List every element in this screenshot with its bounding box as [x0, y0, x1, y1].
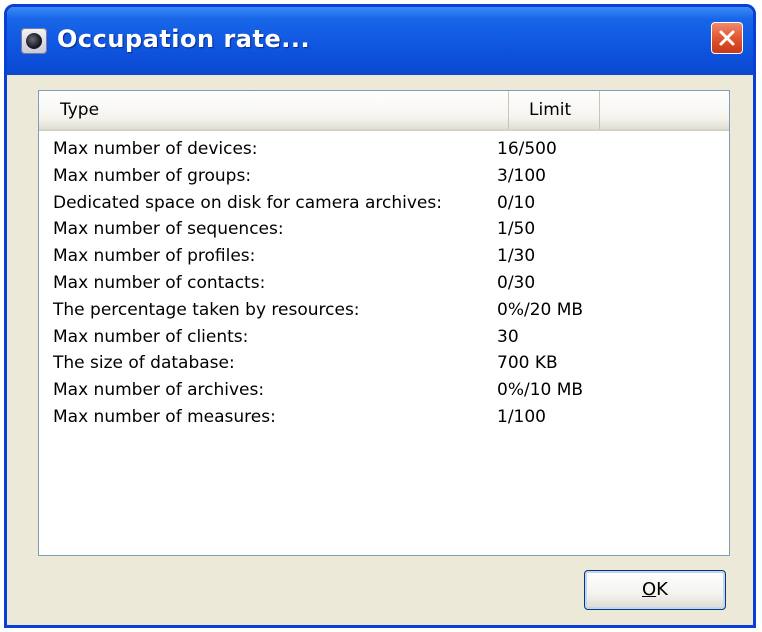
item-limit: 30	[497, 326, 519, 347]
close-button[interactable]	[711, 22, 743, 54]
item-type: Max number of measures:	[53, 406, 276, 427]
list-item[interactable]: Max number of groups: 3/100	[39, 163, 729, 190]
item-limit: 16/500	[497, 139, 557, 159]
item-limit: 1/100	[497, 406, 546, 427]
item-type: The percentage taken by resources:	[53, 299, 360, 320]
close-icon	[719, 30, 735, 46]
item-limit: 1/50	[497, 219, 536, 240]
item-type: Max number of profiles:	[53, 246, 256, 267]
ok-button-label: K	[656, 579, 668, 600]
item-limit: 0%/20 MB	[497, 299, 584, 320]
ok-button-mnemonic: O	[642, 579, 657, 600]
list-rows: Max number of devices: 16/500 Max number…	[39, 136, 729, 431]
item-type: Max number of archives:	[53, 380, 265, 401]
column-header-type[interactable]: Type	[39, 91, 509, 129]
item-type: The size of database:	[53, 353, 235, 374]
item-limit: 0/10	[497, 192, 536, 213]
item-limit: 1/30	[497, 246, 536, 267]
list-item[interactable]: The percentage taken by resources: 0%/20…	[39, 297, 729, 324]
item-type: Max number of groups:	[53, 165, 252, 186]
list-item[interactable]: Max number of contacts: 0/30	[39, 270, 729, 297]
list-item[interactable]: Max number of devices: 16/500	[39, 136, 729, 163]
list-item[interactable]: The size of database: 700 KB	[39, 350, 729, 377]
window-title: Occupation rate...	[57, 25, 311, 53]
title-bar[interactable]: Occupation rate...	[7, 7, 753, 75]
item-type: Max number of clients:	[53, 326, 249, 347]
list-item[interactable]: Dedicated space on disk for camera archi…	[39, 190, 729, 217]
ok-button[interactable]: OK	[584, 570, 726, 610]
item-type: Max number of sequences:	[53, 219, 284, 240]
item-limit: 0/30	[497, 272, 536, 293]
list-item[interactable]: Max number of profiles: 1/30	[39, 243, 729, 270]
list-item[interactable]: Max number of archives: 0%/10 MB	[39, 377, 729, 404]
column-header-limit[interactable]: Limit	[510, 91, 600, 129]
list-item[interactable]: Max number of measures: 1/100	[39, 404, 729, 431]
list-header: Type Limit	[39, 91, 729, 131]
dialog-window: Occupation rate... Type Limit Max number…	[4, 4, 756, 628]
item-limit: 700 KB	[497, 353, 558, 374]
camera-app-icon	[21, 28, 47, 54]
item-type: Dedicated space on disk for camera archi…	[53, 192, 442, 213]
item-type: Max number of devices:	[53, 139, 258, 159]
item-limit: 3/100	[497, 165, 546, 186]
item-limit: 0%/10 MB	[497, 380, 584, 401]
list-item[interactable]: Max number of clients: 30	[39, 324, 729, 351]
occupation-list[interactable]: Type Limit Max number of devices: 16/500…	[38, 90, 730, 556]
camera-lens-icon	[26, 33, 42, 49]
item-type: Max number of contacts:	[53, 272, 266, 293]
list-item[interactable]: Max number of sequences: 1/50	[39, 216, 729, 243]
